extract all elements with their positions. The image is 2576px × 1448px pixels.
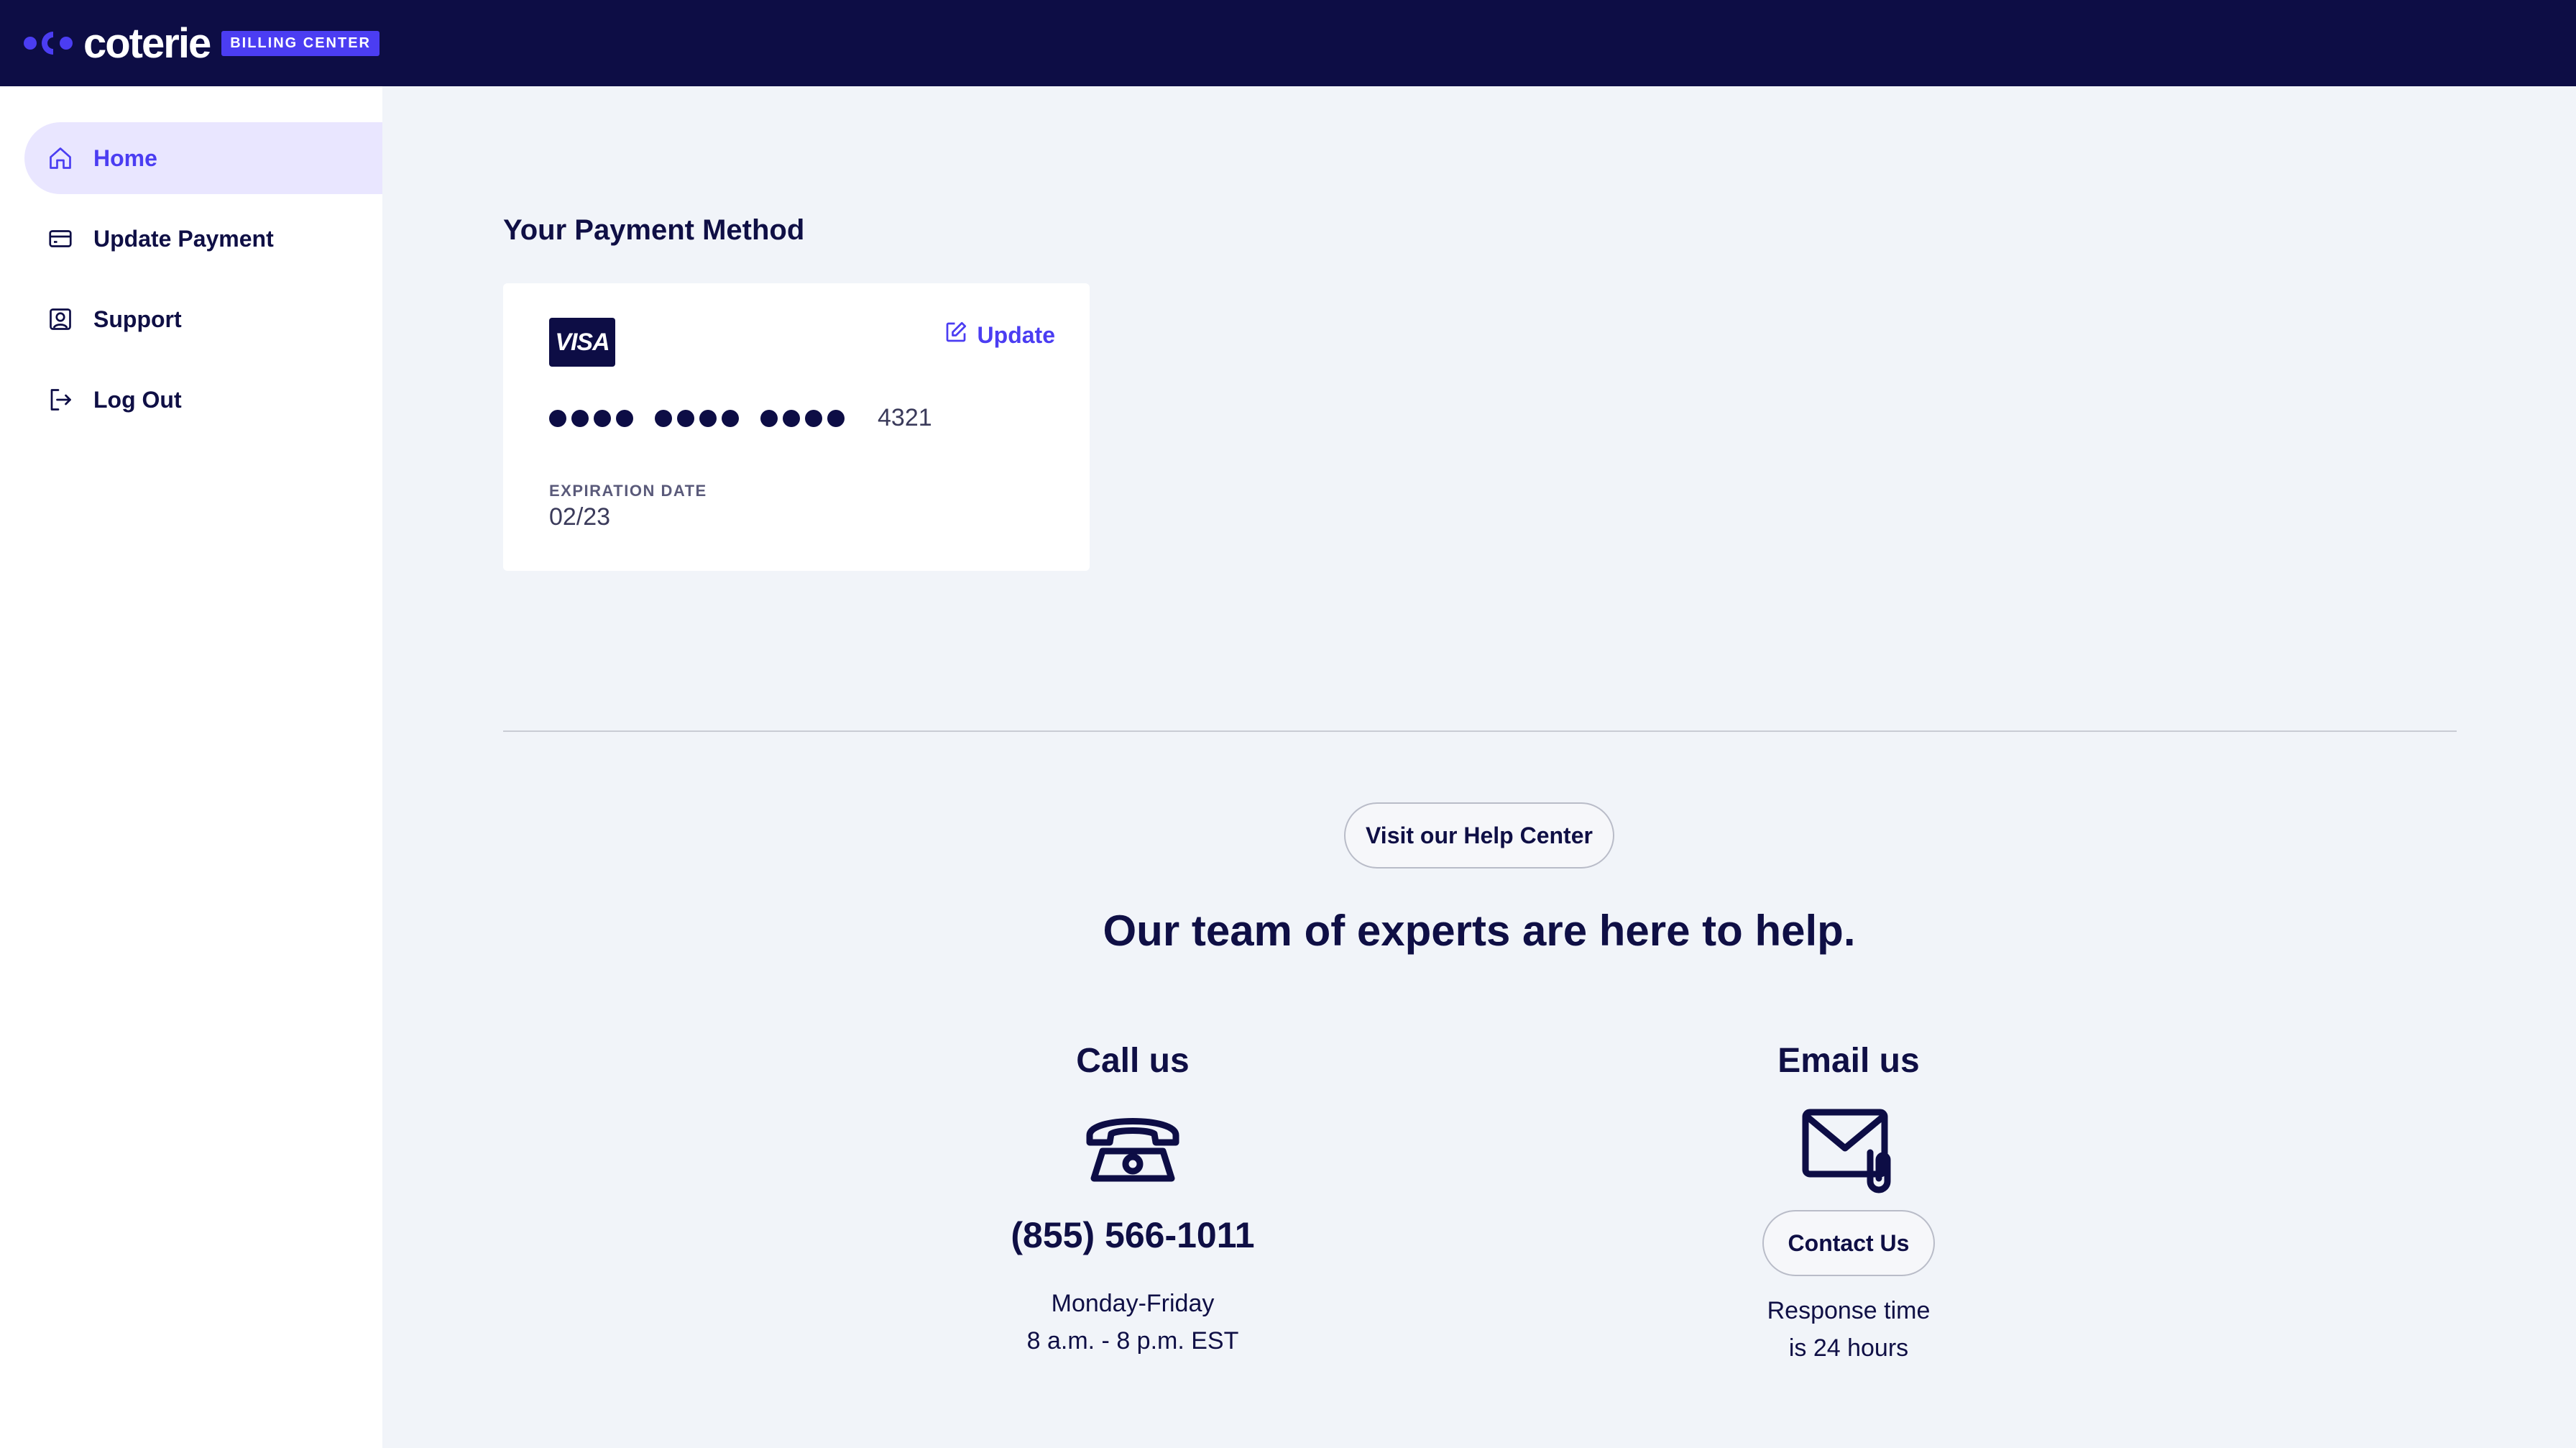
masked-card-number: 4321: [549, 404, 932, 432]
payment-card: VISA Update 4321 EXPIRATION DATE 02/23: [503, 283, 1090, 571]
expiration-label: EXPIRATION DATE: [549, 482, 707, 500]
home-icon: [46, 144, 75, 173]
call-us-section: Call us (855) 566-1011 Monday-Friday 8 a…: [917, 1041, 1348, 1360]
response-line-1: Response time: [1767, 1297, 1931, 1324]
response-line-2: is 24 hours: [1788, 1334, 1909, 1362]
billing-center-badge: BILLING CENTER: [221, 30, 380, 56]
sidebar-item-home[interactable]: Home: [24, 122, 382, 194]
call-days: Monday-Friday: [1051, 1290, 1215, 1317]
email-us-title: Email us: [1777, 1042, 1920, 1080]
masked-digits-group: [760, 409, 845, 427]
phone-icon: [1082, 1106, 1183, 1193]
section-divider: [503, 730, 2457, 732]
payment-section-title: Your Payment Method: [503, 214, 805, 246]
sidebar-item-log-out[interactable]: Log Out: [24, 364, 382, 436]
mail-attachment-icon: [1798, 1106, 1899, 1193]
coterie-logo-icon: [23, 29, 75, 58]
top-bar: coterie BILLING CENTER: [0, 0, 2576, 86]
call-time: 8 a.m. - 8 p.m. EST: [1026, 1327, 1239, 1355]
call-us-title: Call us: [1076, 1042, 1190, 1080]
sidebar-item-support[interactable]: Support: [24, 283, 382, 355]
visa-logo: VISA: [549, 318, 615, 367]
call-hours: Monday-Friday 8 a.m. - 8 p.m. EST: [917, 1285, 1348, 1360]
sidebar-item-label: Home: [93, 145, 157, 171]
help-heading: Our team of experts are here to help.: [1103, 907, 1856, 955]
edit-icon: [943, 319, 969, 351]
expiration-value: 02/23: [549, 503, 611, 531]
sidebar-item-update-payment[interactable]: Update Payment: [24, 203, 382, 275]
sidebar-item-label: Log Out: [93, 386, 182, 413]
update-label: Update: [977, 321, 1055, 348]
contact-us-button[interactable]: Contact Us: [1762, 1210, 1935, 1276]
credit-card-icon: [46, 224, 75, 253]
masked-digits-group: [655, 409, 739, 427]
phone-number[interactable]: (855) 566-1011: [917, 1214, 1348, 1256]
help-center-button[interactable]: Visit our Help Center: [1344, 802, 1614, 869]
user-badge-icon: [46, 305, 75, 334]
masked-digits-group: [549, 409, 633, 427]
brand-name: coterie: [83, 19, 211, 67]
sidebar-item-label: Update Payment: [93, 225, 274, 252]
update-payment-link[interactable]: Update: [943, 319, 1055, 351]
sidebar: Home Update Payment Support Log Out: [0, 86, 382, 1448]
main-content: Your Payment Method VISA Update 4321 EXP…: [382, 86, 2576, 1448]
card-last-four: 4321: [878, 404, 932, 431]
response-time: Response time is 24 hours: [1633, 1292, 2064, 1367]
email-us-section: Email us Contact Us Response time is 24 …: [1633, 1041, 2064, 1367]
sidebar-item-label: Support: [93, 306, 182, 332]
logout-icon: [46, 385, 75, 414]
